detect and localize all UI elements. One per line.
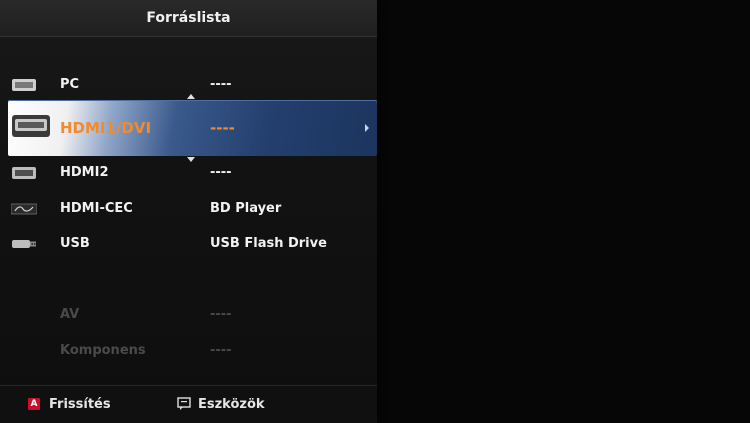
source-name: PC bbox=[60, 77, 80, 92]
hdmi-icon bbox=[12, 115, 50, 137]
footer-bar: A Frissítés Eszközök bbox=[0, 385, 377, 423]
tools-label: Eszközök bbox=[198, 397, 265, 412]
source-item-av: AV ---- bbox=[0, 298, 377, 332]
source-device: ---- bbox=[210, 165, 232, 180]
source-name: HDMI-CEC bbox=[60, 201, 133, 216]
panel-title: Forráslista bbox=[0, 0, 377, 37]
scroll-up-icon[interactable] bbox=[187, 94, 195, 99]
source-name: AV bbox=[60, 307, 80, 322]
source-device: ---- bbox=[210, 77, 232, 92]
source-item-usb[interactable]: USB USB Flash Drive bbox=[0, 227, 377, 261]
source-list-panel: Forráslista PC ---- HDMI1/DVI ---- HDMI2… bbox=[0, 0, 377, 423]
chevron-right-icon bbox=[365, 124, 369, 132]
source-device: ---- bbox=[210, 119, 235, 137]
source-device: USB Flash Drive bbox=[210, 236, 327, 251]
source-item-hdmi1-dvi[interactable]: HDMI1/DVI ---- bbox=[8, 100, 377, 156]
source-device: ---- bbox=[210, 343, 232, 358]
tools-button[interactable]: Eszközök bbox=[177, 386, 287, 423]
anynet-icon bbox=[11, 203, 37, 215]
source-device: ---- bbox=[210, 307, 232, 322]
source-item-hdmi-cec[interactable]: HDMI-CEC BD Player bbox=[0, 192, 377, 226]
refresh-label: Frissítés bbox=[49, 397, 111, 412]
source-name: HDMI1/DVI bbox=[60, 119, 152, 137]
source-name: HDMI2 bbox=[60, 165, 109, 180]
refresh-button[interactable]: A Frissítés bbox=[28, 386, 138, 423]
source-item-hdmi2[interactable]: HDMI2 ---- bbox=[0, 156, 377, 190]
source-name: Komponens bbox=[60, 343, 146, 358]
source-item-komponens: Komponens ---- bbox=[0, 334, 377, 368]
source-name: USB bbox=[60, 236, 90, 251]
usb-icon bbox=[12, 240, 36, 248]
tools-icon bbox=[177, 397, 191, 410]
source-device: BD Player bbox=[210, 201, 282, 216]
pc-icon bbox=[12, 79, 36, 91]
red-a-key-icon: A bbox=[28, 398, 40, 410]
hdmi-icon bbox=[12, 167, 36, 179]
